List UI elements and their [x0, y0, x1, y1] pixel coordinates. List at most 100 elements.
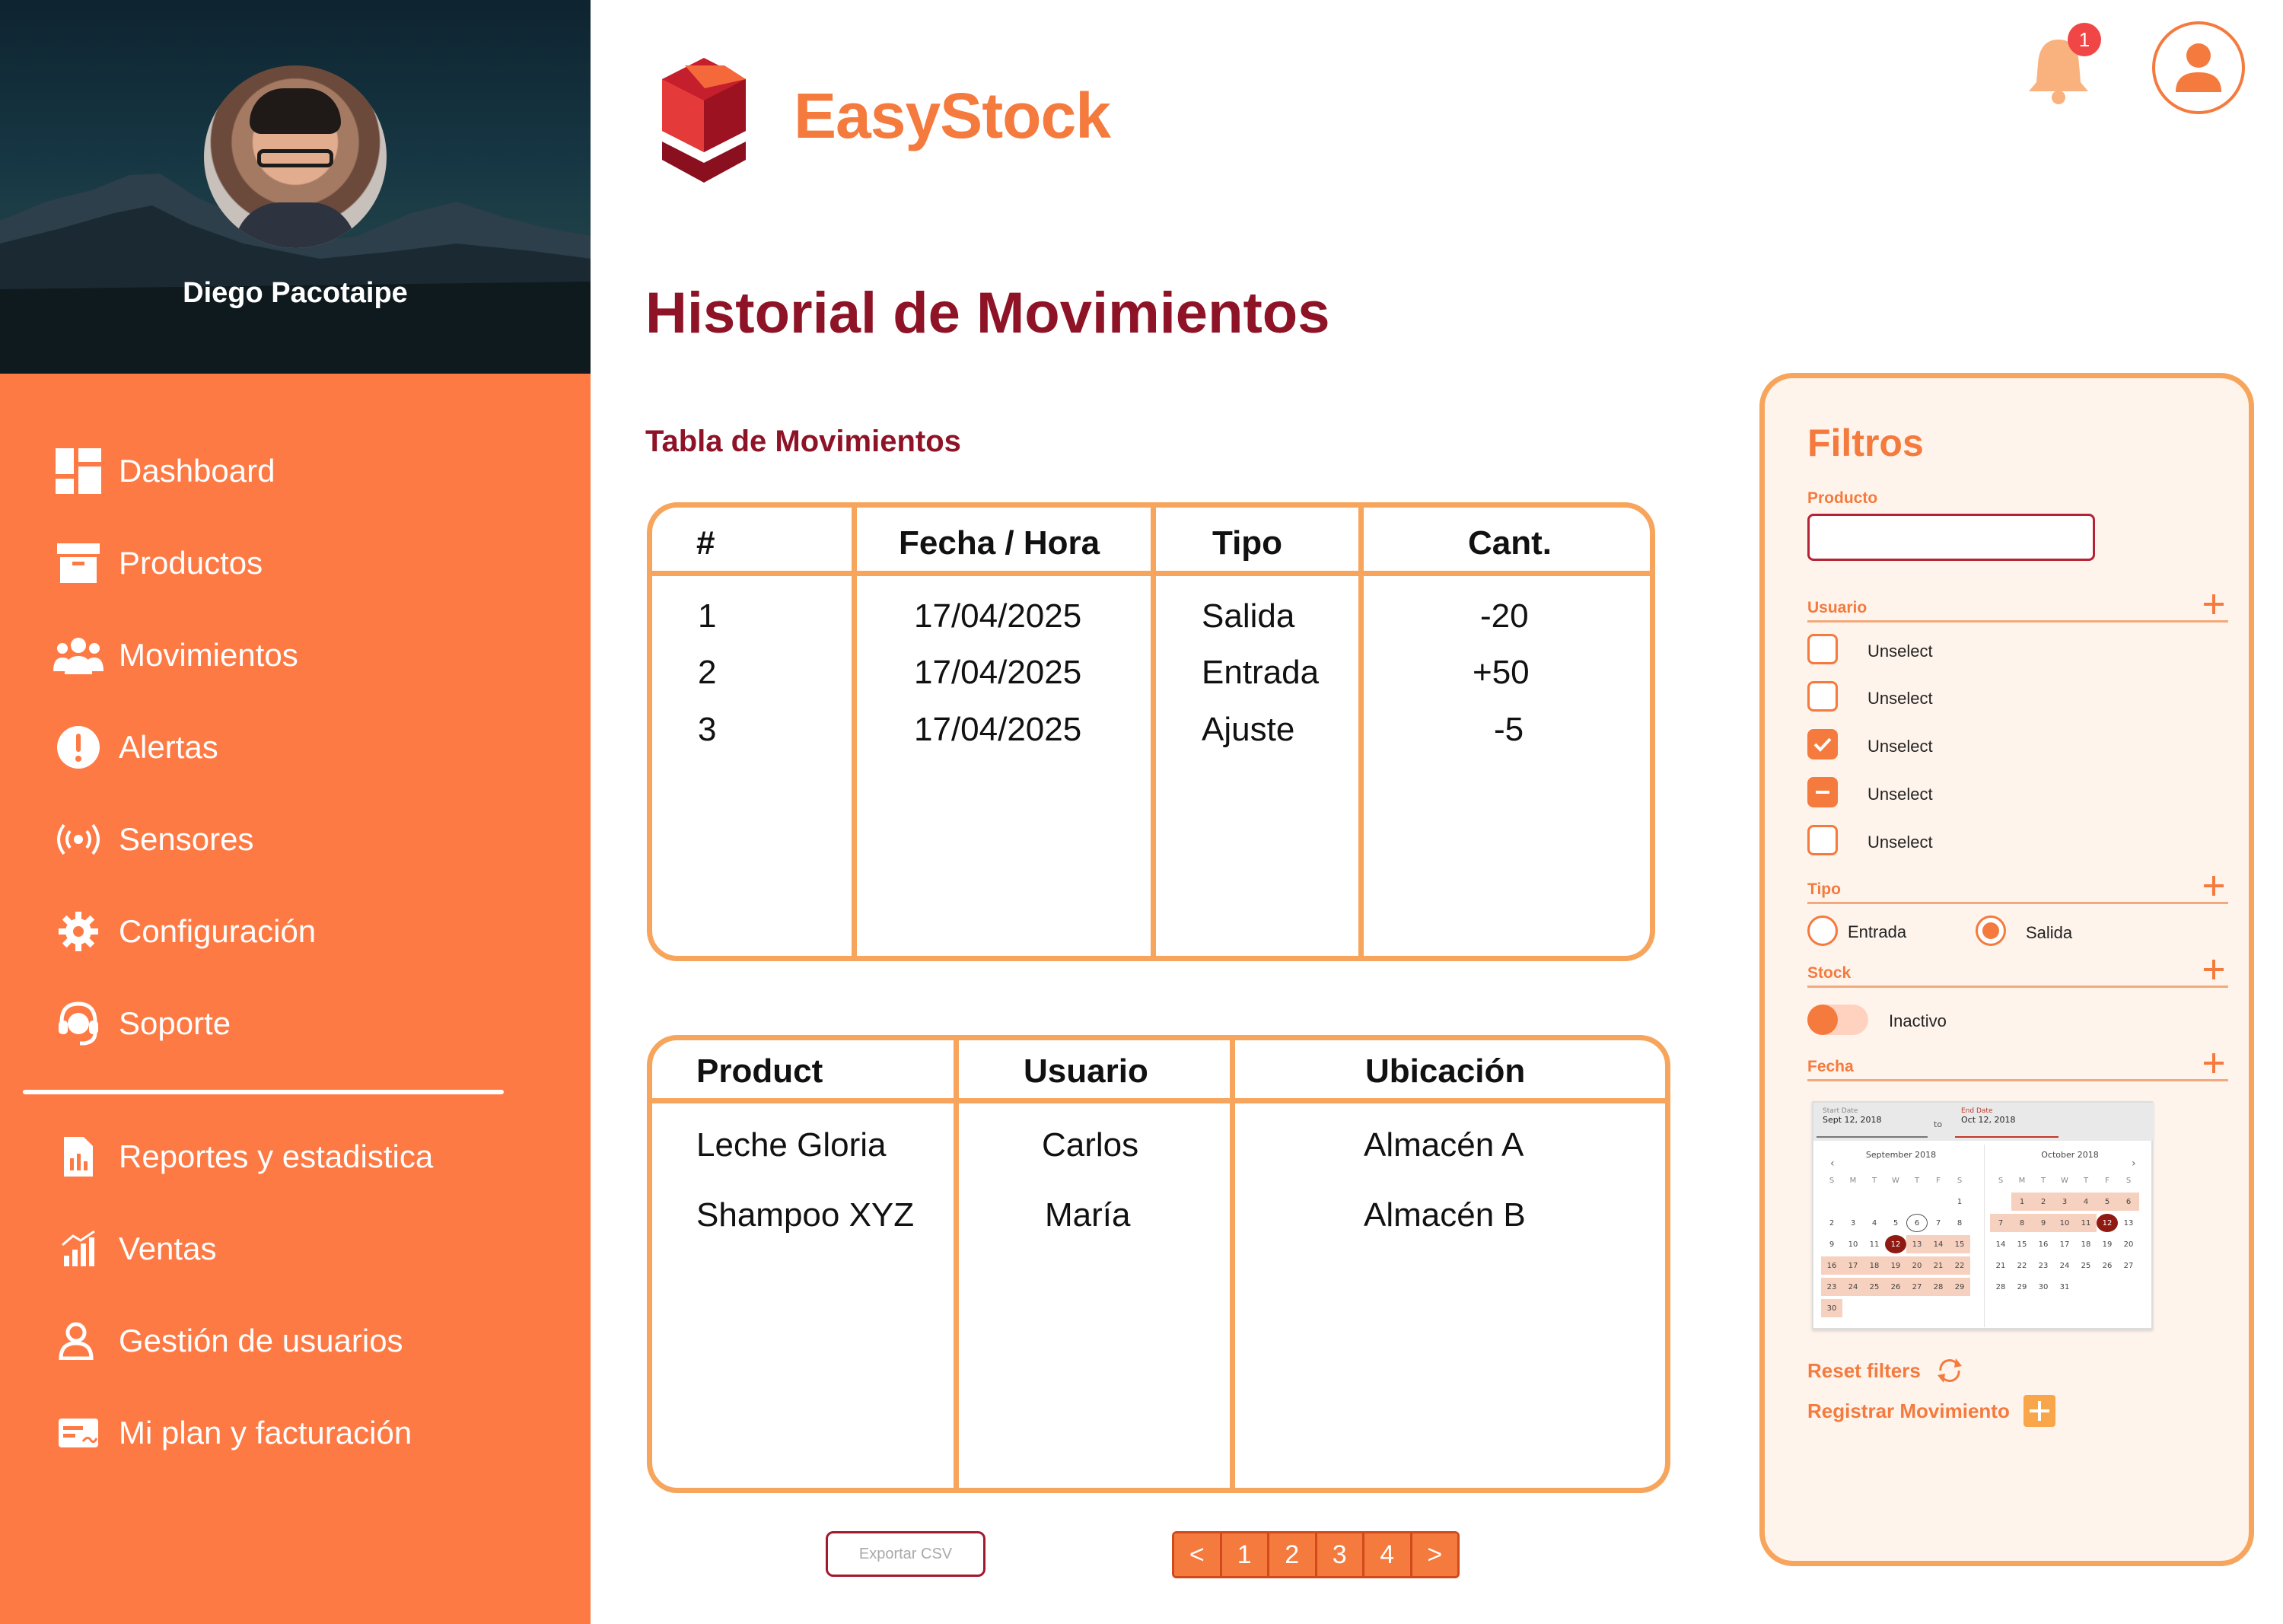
product-filter-input[interactable] — [1807, 514, 2095, 561]
fecha-expand-plus-icon[interactable] — [2202, 1052, 2225, 1075]
tipo-radio-entrada[interactable] — [1807, 915, 1838, 946]
stock-toggle[interactable] — [1807, 1005, 1868, 1035]
register-movement-button[interactable]: Registrar Movimiento — [1807, 1395, 2055, 1427]
calendar-day[interactable]: 14 — [1990, 1235, 2011, 1253]
account-button[interactable] — [2152, 21, 2245, 114]
calendar-day[interactable]: 2 — [1821, 1214, 1842, 1232]
calendar-day[interactable]: 5 — [2097, 1193, 2118, 1211]
date-range-picker[interactable]: Start Date Sept 12, 2018 to End Date Oct… — [1812, 1101, 2154, 1329]
calendar-day[interactable]: 19 — [2097, 1235, 2118, 1253]
calendar-day[interactable]: 24 — [2054, 1256, 2075, 1275]
calendar-day[interactable]: 17 — [1842, 1256, 1864, 1275]
calendar-day[interactable]: 16 — [2033, 1235, 2054, 1253]
calendar-day[interactable]: 21 — [1990, 1256, 2011, 1275]
calendar-day[interactable]: 8 — [1949, 1214, 1970, 1232]
calendar-day[interactable]: 18 — [2075, 1235, 2097, 1253]
calendar-day[interactable]: 20 — [1906, 1256, 1928, 1275]
calendar-day[interactable]: 18 — [1864, 1256, 1885, 1275]
calendar-day[interactable]: 21 — [1928, 1256, 1949, 1275]
sidebar-item-productos[interactable]: Productos — [53, 537, 263, 590]
tipo-expand-plus-icon[interactable] — [2202, 874, 2225, 897]
sidebar-item-sensores[interactable]: Sensores — [53, 813, 253, 866]
calendar-day[interactable]: 19 — [1885, 1256, 1906, 1275]
usuario-checkbox-2[interactable] — [1807, 681, 1838, 712]
calendar-day[interactable]: 23 — [1821, 1278, 1842, 1296]
calendar-day[interactable]: 15 — [2011, 1235, 2033, 1253]
calendar-day[interactable]: 2 — [2033, 1193, 2054, 1211]
calendar-day[interactable]: 26 — [2097, 1256, 2118, 1275]
calendar-day[interactable]: 13 — [2118, 1214, 2139, 1232]
tipo-radio-salida[interactable] — [1976, 915, 2006, 946]
calendar-day[interactable]: 28 — [1990, 1278, 2011, 1296]
usuario-checkbox-3[interactable] — [1807, 729, 1838, 759]
page-button-4[interactable]: 4 — [1364, 1533, 1412, 1576]
calendar-day[interactable]: 4 — [2075, 1193, 2097, 1211]
next-page-button[interactable]: > — [1412, 1533, 1457, 1576]
sidebar-item-reportes[interactable]: Reportes y estadistica — [53, 1130, 433, 1183]
start-date-field[interactable]: Start Date Sept 12, 2018 — [1817, 1104, 1928, 1138]
calendar-day[interactable]: 1 — [1949, 1193, 1970, 1211]
calendar-day[interactable]: 14 — [1928, 1235, 1949, 1253]
calendar-day[interactable]: 22 — [2011, 1256, 2033, 1275]
calendar-day[interactable]: 17 — [2054, 1235, 2075, 1253]
page-button-3[interactable]: 3 — [1317, 1533, 1364, 1576]
sidebar-item-configuracion[interactable]: Configuración — [53, 905, 316, 958]
sidebar-item-dashboard[interactable]: Dashboard — [53, 444, 275, 498]
calendar-day[interactable]: 29 — [1949, 1278, 1970, 1296]
calendar-day[interactable]: 15 — [1949, 1235, 1970, 1253]
calendar-day[interactable]: 8 — [2011, 1214, 2033, 1232]
sidebar-item-alertas[interactable]: Alertas — [53, 721, 218, 774]
calendar-day[interactable]: 7 — [1928, 1214, 1949, 1232]
calendar-day[interactable]: 7 — [1990, 1214, 2011, 1232]
calendar-day[interactable]: 3 — [1842, 1214, 1864, 1232]
calendar-day[interactable]: 10 — [2054, 1214, 2075, 1232]
calendar-day[interactable]: 10 — [1842, 1235, 1864, 1253]
calendar-day[interactable]: 23 — [2033, 1256, 2054, 1275]
calendar-day[interactable]: 13 — [1906, 1235, 1928, 1253]
prev-page-button[interactable]: < — [1174, 1533, 1222, 1576]
calendar-day[interactable]: 4 — [1864, 1214, 1885, 1232]
calendar-day[interactable]: 22 — [1949, 1256, 1970, 1275]
usuario-checkbox-5[interactable] — [1807, 825, 1838, 855]
calendar-day[interactable]: 5 — [1885, 1214, 1906, 1232]
usuario-checkbox-4[interactable] — [1807, 777, 1838, 807]
calendar-day[interactable]: 12 — [1885, 1235, 1906, 1253]
export-csv-button[interactable]: Exportar CSV — [826, 1531, 985, 1577]
page-button-1[interactable]: 1 — [1221, 1533, 1269, 1576]
dashboard-icon — [53, 446, 103, 496]
calendar-day[interactable]: 1 — [2011, 1193, 2033, 1211]
calendar-day[interactable]: 31 — [2054, 1278, 2075, 1296]
calendar-day[interactable]: 28 — [1928, 1278, 1949, 1296]
calendar-day[interactable]: 16 — [1821, 1256, 1842, 1275]
calendar-day[interactable]: 9 — [2033, 1214, 2054, 1232]
calendar-day[interactable]: 11 — [2075, 1214, 2097, 1232]
usuario-checkbox-1[interactable] — [1807, 634, 1838, 664]
calendar-day[interactable]: 11 — [1864, 1235, 1885, 1253]
sidebar-item-gestion-usuarios[interactable]: Gestión de usuarios — [53, 1314, 403, 1368]
calendar-day[interactable]: 6 — [1906, 1214, 1928, 1232]
calendar-day[interactable]: 30 — [1821, 1299, 1842, 1317]
calendar-day[interactable]: 26 — [1885, 1278, 1906, 1296]
calendar-day[interactable]: 24 — [1842, 1278, 1864, 1296]
reset-filters-button[interactable]: Reset filters — [1807, 1357, 1965, 1384]
calendar-day[interactable]: 30 — [2033, 1278, 2054, 1296]
calendar-day[interactable]: 27 — [2118, 1256, 2139, 1275]
avatar[interactable] — [204, 65, 387, 248]
calendar-day[interactable]: 9 — [1821, 1235, 1842, 1253]
sidebar-item-ventas[interactable]: Ventas — [53, 1222, 216, 1275]
calendar-day[interactable]: 6 — [2118, 1193, 2139, 1211]
calendar-day[interactable]: 29 — [2011, 1278, 2033, 1296]
usuario-expand-plus-icon[interactable] — [2202, 593, 2225, 616]
stock-expand-plus-icon[interactable] — [2202, 958, 2225, 981]
sidebar-item-plan[interactable]: Mi plan y facturación — [53, 1406, 412, 1460]
calendar-day[interactable]: 25 — [2075, 1256, 2097, 1275]
page-button-2[interactable]: 2 — [1269, 1533, 1317, 1576]
calendar-day[interactable]: 3 — [2054, 1193, 2075, 1211]
calendar-day[interactable]: 25 — [1864, 1278, 1885, 1296]
end-date-field[interactable]: End Date Oct 12, 2018 — [1955, 1104, 2059, 1138]
sidebar-item-movimientos[interactable]: Movimientos — [53, 629, 298, 682]
calendar-day[interactable]: 20 — [2118, 1235, 2139, 1253]
calendar-day[interactable]: 12 — [2097, 1214, 2118, 1232]
sidebar-item-soporte[interactable]: Soporte — [53, 997, 231, 1050]
calendar-day[interactable]: 27 — [1906, 1278, 1928, 1296]
